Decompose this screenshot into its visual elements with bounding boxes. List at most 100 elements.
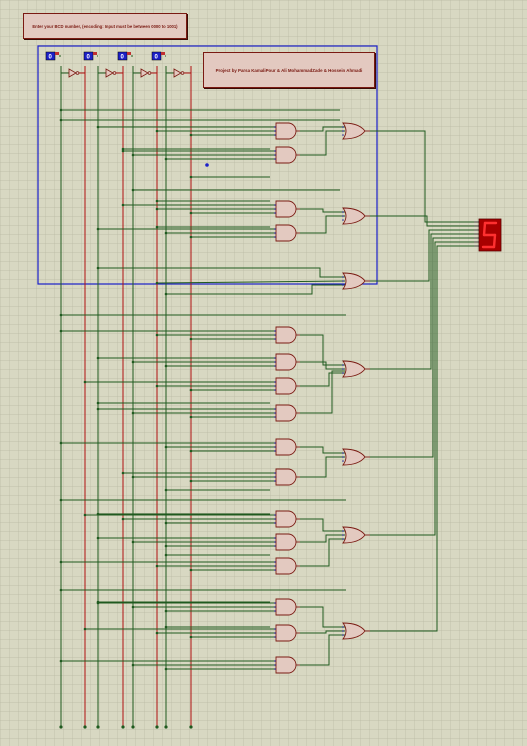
junction: [96, 227, 100, 231]
junction: [155, 129, 159, 133]
segment-c: [492, 233, 497, 249]
bus-terminal: [121, 725, 125, 729]
schematic-canvas: 0000: [0, 0, 527, 746]
junction: [164, 292, 168, 296]
and-gate: [275, 353, 297, 371]
junction: [189, 568, 193, 572]
instruction-text: Enter your BCD number, (encoding: Input …: [32, 23, 178, 29]
junction: [131, 360, 135, 364]
junction: [121, 471, 125, 475]
junction: [189, 415, 193, 419]
segment-f: [482, 221, 487, 237]
junction: [96, 356, 100, 360]
and-gate: [275, 598, 297, 616]
and-gate: [275, 557, 297, 575]
junction-dot: [205, 163, 209, 167]
junction: [59, 560, 63, 564]
junction: [155, 631, 159, 635]
bus-terminal: [164, 725, 168, 729]
and-gate: [275, 326, 297, 344]
input-indicator: [161, 52, 165, 55]
junction: [189, 337, 193, 341]
junction: [131, 188, 135, 192]
junction: [121, 517, 125, 521]
junction: [155, 564, 159, 568]
junction: [164, 667, 168, 671]
bus-terminal: [59, 725, 63, 729]
input-indicator: [55, 52, 59, 55]
bus-terminal: [83, 725, 87, 729]
junction: [164, 521, 168, 525]
and-gate: [275, 468, 297, 486]
and-gate: [275, 377, 297, 395]
junction: [96, 536, 100, 540]
credits-label: Project by Parsa KamaliPour & Ali Mohamm…: [203, 52, 375, 88]
junction: [155, 225, 159, 229]
junction: [155, 281, 159, 285]
junction: [59, 108, 63, 112]
bus-terminal: [96, 725, 100, 729]
input-indicator: [127, 52, 131, 55]
junction: [59, 441, 63, 445]
junction: [164, 488, 168, 492]
junction: [131, 540, 135, 544]
junction: [96, 407, 100, 411]
junction: [83, 380, 87, 384]
and-gate: [275, 533, 297, 551]
junction: [189, 235, 193, 239]
junction: [83, 513, 87, 517]
credits-text: Project by Parsa KamaliPour & Ali Mohamm…: [215, 67, 363, 73]
junction: [189, 635, 193, 639]
junction: [131, 411, 135, 415]
junction: [155, 333, 159, 337]
junction: [59, 313, 63, 317]
junction: [164, 609, 168, 613]
and-gate: [275, 624, 297, 642]
junction: [96, 401, 100, 405]
junction: [164, 364, 168, 368]
junction: [164, 445, 168, 449]
junction: [155, 384, 159, 388]
junction: [121, 147, 125, 151]
junction: [96, 125, 100, 129]
junction: [83, 627, 87, 631]
junction: [189, 175, 193, 179]
junction: [59, 118, 63, 122]
junction: [164, 544, 168, 548]
junction: [164, 553, 168, 557]
junction: [96, 600, 100, 604]
junction: [189, 133, 193, 137]
junction: [131, 605, 135, 609]
and-gate: [275, 200, 297, 218]
junction: [59, 498, 63, 502]
junction: [189, 479, 193, 483]
and-gate: [275, 122, 297, 140]
junction: [96, 512, 100, 516]
junction: [189, 211, 193, 215]
bus-terminal: [189, 725, 193, 729]
junction: [59, 659, 63, 663]
junction: [164, 157, 168, 161]
bus-terminal: [131, 725, 135, 729]
and-gate: [275, 224, 297, 242]
and-gate: [275, 656, 297, 674]
junction: [155, 207, 159, 211]
junction: [189, 388, 193, 392]
and-gate: [275, 146, 297, 164]
junction: [164, 625, 168, 629]
instruction-label: Enter your BCD number, (encoding: Input …: [23, 13, 187, 39]
junction: [59, 588, 63, 592]
and-gate: [275, 510, 297, 528]
and-gate: [275, 438, 297, 456]
junction: [121, 203, 125, 207]
input-indicator: [93, 52, 97, 55]
junction: [189, 449, 193, 453]
junction: [131, 153, 135, 157]
junction: [59, 329, 63, 333]
junction: [155, 199, 159, 203]
junction: [131, 663, 135, 667]
junction: [131, 475, 135, 479]
junction: [164, 231, 168, 235]
and-gate: [275, 404, 297, 422]
bus-terminal: [155, 725, 159, 729]
